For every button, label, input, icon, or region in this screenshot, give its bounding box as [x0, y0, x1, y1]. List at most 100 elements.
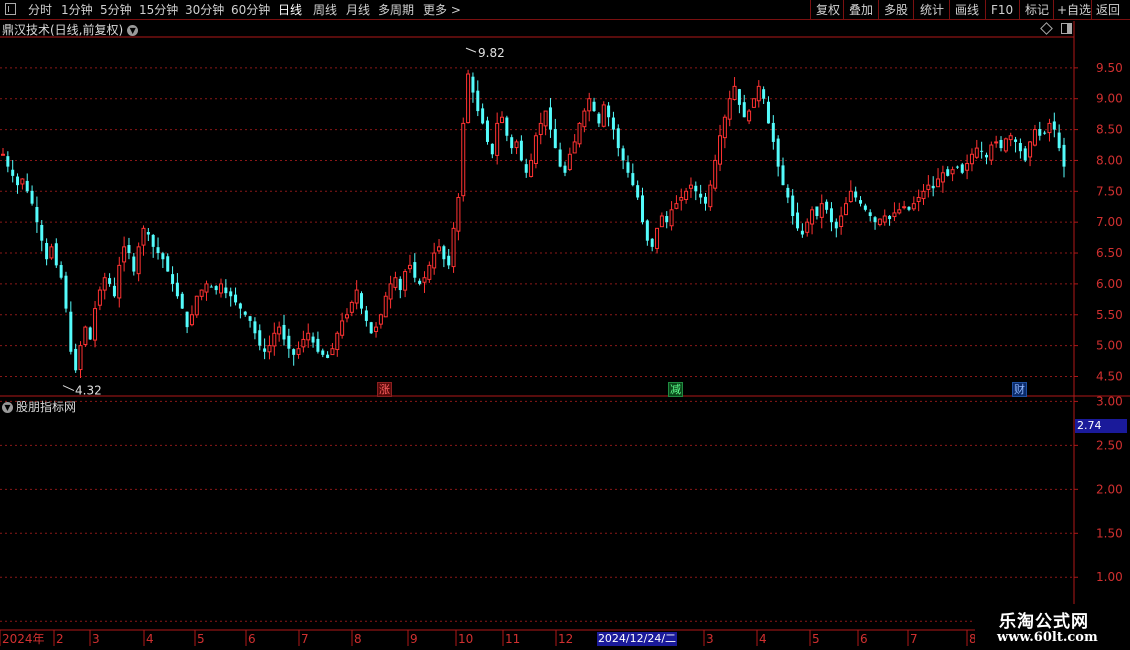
candle-body — [374, 326, 379, 332]
candle-body — [1047, 122, 1052, 134]
candle-body — [829, 208, 833, 223]
candle-body — [699, 193, 703, 198]
candle-body — [969, 153, 974, 165]
candle-body — [611, 117, 615, 130]
kline-chart[interactable]: 9.50 9.00 8.50 8.00 7.50 7.00 6.50 6.00 5.50 5.00… — [0, 0, 1130, 650]
finance-report-marker[interactable]: 财 — [1012, 382, 1027, 397]
candle-body — [626, 162, 630, 173]
candle-body — [708, 184, 713, 208]
reduce-holding-marker[interactable]: 减 — [668, 382, 683, 397]
candle-body — [1023, 148, 1027, 161]
candle-body — [451, 227, 456, 268]
candle-body — [597, 113, 601, 124]
candle-body — [25, 180, 29, 192]
candle-body — [558, 149, 562, 167]
candle-body — [151, 234, 155, 247]
candle-body — [248, 316, 252, 321]
price-tick-label: 9.50 — [1096, 61, 1123, 75]
candle-body — [529, 159, 534, 177]
candle-body — [577, 122, 582, 145]
candle-body — [921, 190, 926, 200]
candle-body — [442, 246, 446, 260]
candle-body — [132, 256, 136, 272]
candle-body — [40, 224, 44, 241]
candle-body — [1018, 142, 1022, 152]
price-tick-label: 6.50 — [1096, 246, 1123, 260]
candle-body — [796, 212, 800, 229]
candle-body — [999, 139, 1003, 149]
candle-body — [238, 303, 242, 309]
candle-body — [1062, 144, 1066, 167]
candle-body — [398, 278, 402, 291]
candle-body — [199, 289, 204, 297]
candle-body — [650, 238, 654, 247]
candle-body — [340, 320, 345, 336]
candle-body — [873, 217, 877, 223]
candle-body — [1057, 132, 1061, 149]
candle-body — [926, 184, 931, 190]
up-limit-marker[interactable]: 涨 — [377, 382, 392, 397]
candle-body — [161, 253, 165, 260]
candle-body — [505, 117, 509, 136]
candle-body — [78, 345, 83, 371]
candle-body — [732, 85, 737, 100]
min-price-arrow — [62, 385, 75, 392]
candle-body — [74, 348, 78, 371]
candle-body — [989, 144, 994, 161]
candle-body — [88, 327, 92, 340]
candle-body — [407, 264, 412, 270]
price-tick-label: 8.50 — [1096, 123, 1123, 137]
candle-body — [93, 308, 98, 341]
candle-body — [756, 85, 761, 102]
candle-body — [321, 350, 325, 355]
candle-body — [224, 287, 228, 294]
candle-body — [1032, 129, 1037, 146]
candle-body — [267, 345, 272, 353]
candle-body — [141, 227, 146, 246]
candle-body — [59, 265, 63, 278]
candle-body — [437, 246, 442, 252]
candle-body — [316, 338, 320, 352]
candle-body — [848, 190, 853, 203]
date-tick-label: 4 — [146, 632, 154, 646]
candle-body — [514, 141, 519, 149]
date-tick-label: 7 — [301, 632, 309, 646]
date-tick-label: 6 — [248, 632, 256, 646]
candle-body — [185, 311, 189, 328]
date-tick-label: 3 — [92, 632, 100, 646]
candle-body — [171, 274, 175, 284]
indicator-tick-label: 2.50 — [1096, 438, 1123, 452]
price-tick-label: 5.00 — [1096, 339, 1123, 353]
candle-body — [825, 201, 829, 210]
candle-body — [572, 141, 577, 154]
candle-body — [902, 206, 907, 209]
cursor-date-label: 2024/12/24/二 — [597, 632, 677, 646]
candle-body — [892, 212, 897, 218]
price-tick-label: 8.00 — [1096, 153, 1123, 167]
candle-body — [471, 76, 475, 93]
candle-body — [117, 264, 122, 299]
candle-body — [868, 212, 872, 216]
candle-body — [364, 310, 368, 321]
candle-body — [466, 73, 471, 124]
candle-body — [984, 154, 988, 158]
candle-body — [326, 354, 330, 358]
candle-body — [393, 277, 398, 288]
candle-body — [819, 203, 824, 218]
candle-body — [354, 289, 359, 304]
candle-body — [378, 314, 383, 325]
candle-body — [204, 283, 209, 293]
candle-body — [1038, 129, 1042, 136]
candle-body — [112, 285, 116, 297]
candle-body — [839, 215, 844, 227]
date-tick-label: 6 — [860, 632, 868, 646]
date-tick-label: 5 — [812, 632, 820, 646]
candle-body — [747, 110, 752, 122]
candle-body — [815, 206, 819, 216]
indicator-tick-label: 1.00 — [1096, 570, 1123, 584]
candle-body — [519, 140, 523, 161]
candle-body — [108, 278, 112, 284]
candle-body — [621, 148, 625, 161]
candle-body — [1003, 138, 1008, 152]
candle-body — [383, 295, 388, 318]
